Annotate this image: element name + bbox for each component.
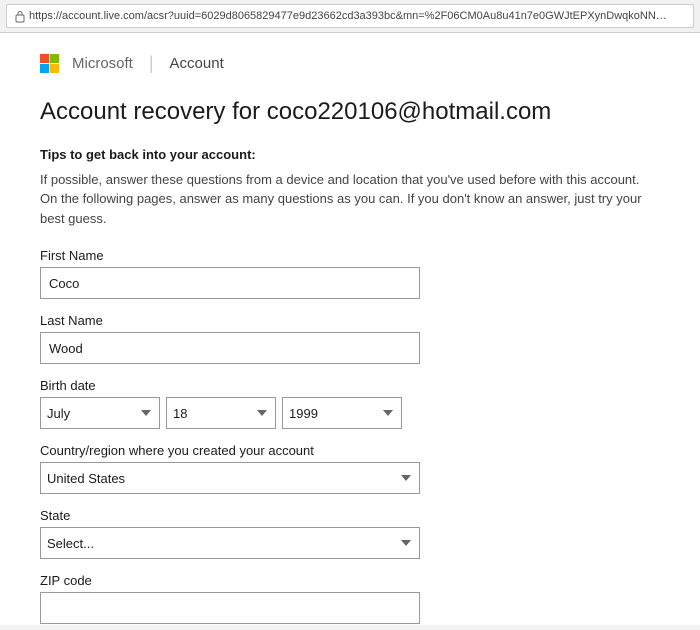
address-bar: https://account.live.com/acsr?uuid=6029d… [6, 4, 694, 28]
ms-header: Microsoft | Account [40, 53, 660, 74]
page-content: Microsoft | Account Account recovery for… [0, 33, 700, 625]
microsoft-logo [40, 54, 60, 74]
birth-day-select[interactable]: 1234567891011121314151617181920212223242… [166, 397, 276, 429]
ms-brand-label: Microsoft [72, 55, 133, 72]
tips-line1: If possible, answer these questions from… [40, 172, 639, 187]
page-title: Account recovery for coco220106@hotmail.… [40, 98, 660, 127]
browser-chrome: https://account.live.com/acsr?uuid=6029d… [0, 4, 700, 33]
first-name-input[interactable] [40, 267, 420, 299]
state-select[interactable]: Select...AlabamaAlaskaArizonaArkansasCal… [40, 527, 420, 559]
logo-q1 [40, 54, 49, 63]
birth-date-group: Birth date JanuaryFebruaryMarchAprilMayJ… [40, 378, 660, 429]
first-name-label: First Name [40, 248, 660, 263]
logo-q4 [50, 64, 59, 73]
logo-q3 [40, 64, 49, 73]
birth-year-select[interactable]: 2023202220212020201920182017201620152014… [282, 397, 402, 429]
first-name-group: First Name [40, 248, 660, 299]
zip-input[interactable] [40, 592, 420, 624]
state-group: State Select...AlabamaAlaskaArizonaArkan… [40, 508, 660, 559]
url-text: https://account.live.com/acsr?uuid=6029d… [29, 10, 669, 22]
birth-date-row: JanuaryFebruaryMarchAprilMayJuneJulyAugu… [40, 397, 660, 429]
birth-date-label: Birth date [40, 378, 660, 393]
last-name-input[interactable] [40, 332, 420, 364]
country-group: Country/region where you created your ac… [40, 443, 660, 494]
tips-line2: On the following pages, answer as many q… [40, 191, 642, 226]
last-name-group: Last Name [40, 313, 660, 364]
lock-icon [15, 10, 25, 23]
state-label: State [40, 508, 660, 523]
tips-text: If possible, answer these questions from… [40, 170, 660, 229]
birth-month-select[interactable]: JanuaryFebruaryMarchAprilMayJuneJulyAugu… [40, 397, 160, 429]
tips-section: Tips to get back into your account: If p… [40, 147, 660, 229]
zip-code-group: ZIP code [40, 573, 660, 624]
last-name-label: Last Name [40, 313, 660, 328]
zip-label: ZIP code [40, 573, 660, 588]
country-label: Country/region where you created your ac… [40, 443, 660, 458]
logo-q2 [50, 54, 59, 63]
header-divider: | [149, 53, 154, 74]
country-select[interactable]: United StatesUnited KingdomCanadaAustral… [40, 462, 420, 494]
header-section-label: Account [170, 55, 224, 72]
tips-heading: Tips to get back into your account: [40, 147, 660, 162]
